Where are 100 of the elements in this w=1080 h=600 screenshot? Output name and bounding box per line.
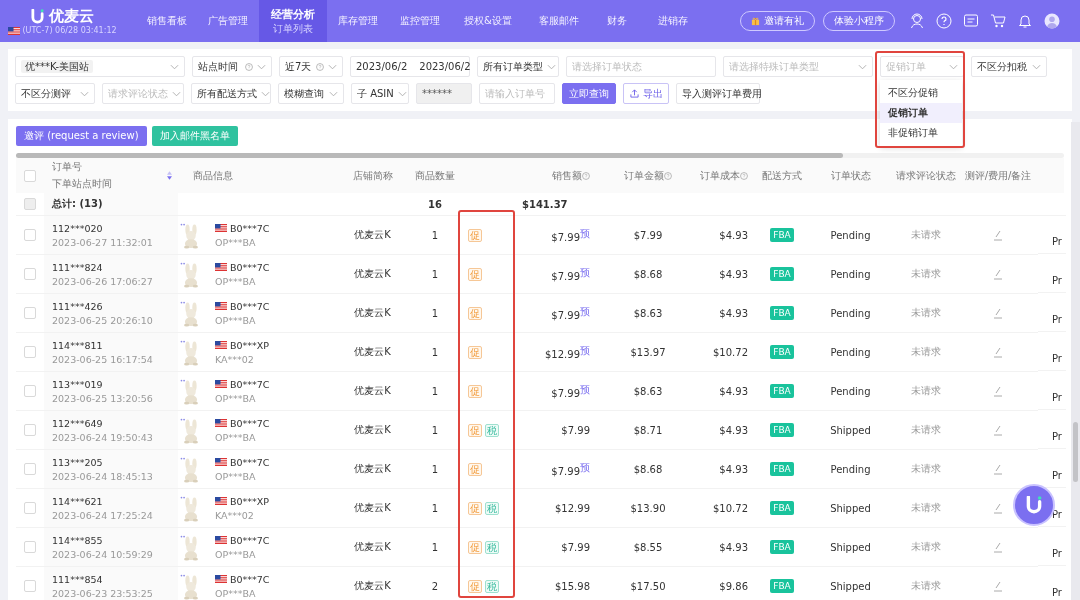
store-name: 优麦云K bbox=[354, 423, 391, 437]
dropdown-option[interactable]: 非促销订单 bbox=[880, 123, 962, 143]
nav-tab[interactable]: 客服邮件 bbox=[525, 0, 593, 42]
request-review-button[interactable]: 邀评 (request a review) bbox=[16, 126, 147, 146]
export-button[interactable]: 导出 bbox=[623, 83, 669, 104]
promo-tag: 促 bbox=[468, 423, 482, 437]
edit-icon[interactable] bbox=[992, 268, 1004, 280]
nav-tab[interactable]: 授权&设置 bbox=[451, 0, 525, 42]
review-status: 未请求 bbox=[910, 579, 941, 593]
order-cost: $4.93 bbox=[719, 463, 748, 475]
store-select[interactable]: 优***K-美国站 bbox=[15, 56, 185, 77]
row-checkbox[interactable] bbox=[24, 229, 36, 241]
asin-text: B0***7C bbox=[230, 378, 270, 390]
dropdown-option[interactable]: 不区分促销 bbox=[880, 83, 962, 103]
row-checkbox[interactable] bbox=[24, 580, 36, 592]
asin-field[interactable]: ****** bbox=[416, 83, 472, 104]
order-time: 2023-06-25 16:17:54 bbox=[52, 353, 153, 365]
order-cost: $4.93 bbox=[719, 229, 748, 241]
shipping-badge: FBA bbox=[770, 501, 794, 515]
bell-icon[interactable] bbox=[1017, 13, 1033, 29]
order-status: Shipped bbox=[830, 580, 871, 592]
caret-icon bbox=[858, 63, 867, 70]
review-status: 未请求 bbox=[910, 267, 941, 281]
edit-icon[interactable] bbox=[992, 424, 1004, 436]
edit-icon[interactable] bbox=[992, 580, 1004, 592]
nav-tab[interactable]: 库存管理 bbox=[327, 0, 389, 42]
nav-tab[interactable]: 销售看板 bbox=[137, 0, 197, 42]
edit-icon[interactable] bbox=[992, 346, 1004, 358]
edit-icon[interactable] bbox=[992, 502, 1004, 514]
filter-select[interactable]: 不区分测评 bbox=[15, 83, 95, 104]
promo-tag: 促 bbox=[468, 306, 482, 320]
order-cost: $4.93 bbox=[719, 541, 748, 553]
order-time: 2023-06-27 11:32:01 bbox=[52, 236, 153, 248]
us-flag-icon bbox=[8, 26, 21, 35]
timezone-text: (UTC-7) 06/28 03:41:12 bbox=[22, 26, 117, 35]
quantity: 1 bbox=[431, 541, 439, 553]
caret-icon bbox=[328, 63, 337, 70]
filter-select[interactable]: 请求评论状态 bbox=[102, 83, 184, 104]
row-checkbox[interactable] bbox=[24, 346, 36, 358]
row-checkbox[interactable] bbox=[24, 541, 36, 553]
cart-icon[interactable] bbox=[990, 13, 1006, 29]
message-icon[interactable] bbox=[963, 13, 979, 29]
cut-off-text: Pr bbox=[1052, 548, 1062, 559]
row-checkbox[interactable] bbox=[24, 268, 36, 280]
column-header: 店铺简称 bbox=[351, 168, 394, 183]
order-time: 2023-06-23 23:53:25 bbox=[52, 587, 153, 599]
edit-icon[interactable] bbox=[992, 307, 1004, 319]
order-amount: $17.50 bbox=[630, 580, 666, 592]
nav-tab[interactable]: 广告管理 bbox=[197, 0, 259, 42]
filter-select[interactable]: 不区分扣税 bbox=[971, 56, 1047, 77]
dropdown-option[interactable]: 促销订单 bbox=[880, 103, 962, 123]
shipping-badge: FBA bbox=[770, 306, 794, 320]
store-name: 优麦云K bbox=[354, 306, 391, 320]
edit-icon[interactable] bbox=[992, 229, 1004, 241]
nav-tab[interactable]: 进销存 bbox=[641, 0, 705, 42]
sort-icon[interactable] bbox=[167, 171, 172, 180]
tax-tag: 税 bbox=[485, 501, 499, 515]
order-status: Shipped bbox=[830, 541, 871, 553]
date-range-field[interactable]: 2023/06/2 2023/06/2 bbox=[350, 56, 470, 77]
quantity: 1 bbox=[431, 385, 439, 397]
filter-select[interactable]: 近7天 bbox=[279, 56, 343, 77]
filter-select[interactable]: 站点时间 bbox=[192, 56, 272, 77]
order-number: 111***426 bbox=[52, 300, 103, 312]
order-cost: $4.93 bbox=[719, 424, 748, 436]
row-checkbox[interactable] bbox=[24, 385, 36, 397]
support-icon[interactable] bbox=[909, 13, 925, 29]
edit-icon[interactable] bbox=[992, 385, 1004, 397]
search-button[interactable]: 立即查询 bbox=[562, 83, 616, 104]
order-amount: $7.99 bbox=[633, 229, 663, 241]
filter-select[interactable]: 所有配送方式 bbox=[191, 83, 271, 104]
nav-tab[interactable]: 经营分析 订单列表 bbox=[259, 0, 327, 42]
total-label: 总计: (13) bbox=[44, 193, 178, 216]
nav-tab[interactable]: 财务 bbox=[593, 0, 641, 42]
order-number: 114***811 bbox=[52, 339, 103, 351]
avatar-icon[interactable] bbox=[1044, 13, 1060, 29]
filter-select[interactable]: 模糊查询 bbox=[278, 83, 344, 104]
help-icon[interactable] bbox=[936, 13, 952, 29]
row-checkbox[interactable] bbox=[24, 198, 36, 210]
row-checkbox[interactable] bbox=[24, 463, 36, 475]
blacklist-button[interactable]: 加入邮件黑名单 bbox=[151, 126, 238, 146]
select-all-checkbox[interactable] bbox=[24, 169, 36, 182]
row-checkbox[interactable] bbox=[24, 502, 36, 514]
store-name: 优麦云K bbox=[354, 540, 391, 554]
row-checkbox[interactable] bbox=[24, 307, 36, 319]
vertical-scrollbar[interactable] bbox=[1073, 422, 1078, 482]
cut-off-text: Pr bbox=[1052, 431, 1062, 442]
filter-select[interactable]: 所有订单类型 bbox=[477, 56, 559, 77]
us-flag-icon bbox=[215, 263, 227, 271]
column-header: 销售额 bbox=[518, 158, 598, 193]
quantity: 1 bbox=[431, 229, 439, 241]
nav-tab[interactable]: 监控管理 bbox=[389, 0, 451, 42]
shipping-badge: FBA bbox=[770, 423, 794, 437]
horizontal-scrollbar[interactable] bbox=[16, 153, 843, 158]
tax-tag: 税 bbox=[485, 540, 499, 554]
edit-icon[interactable] bbox=[992, 541, 1004, 553]
import-button[interactable]: 导入测评订单费用 bbox=[676, 83, 760, 104]
row-checkbox[interactable] bbox=[24, 424, 36, 436]
filter-select[interactable]: 子 ASIN bbox=[351, 83, 409, 104]
cut-off-text: Pr bbox=[1052, 587, 1062, 598]
edit-icon[interactable] bbox=[992, 463, 1004, 475]
